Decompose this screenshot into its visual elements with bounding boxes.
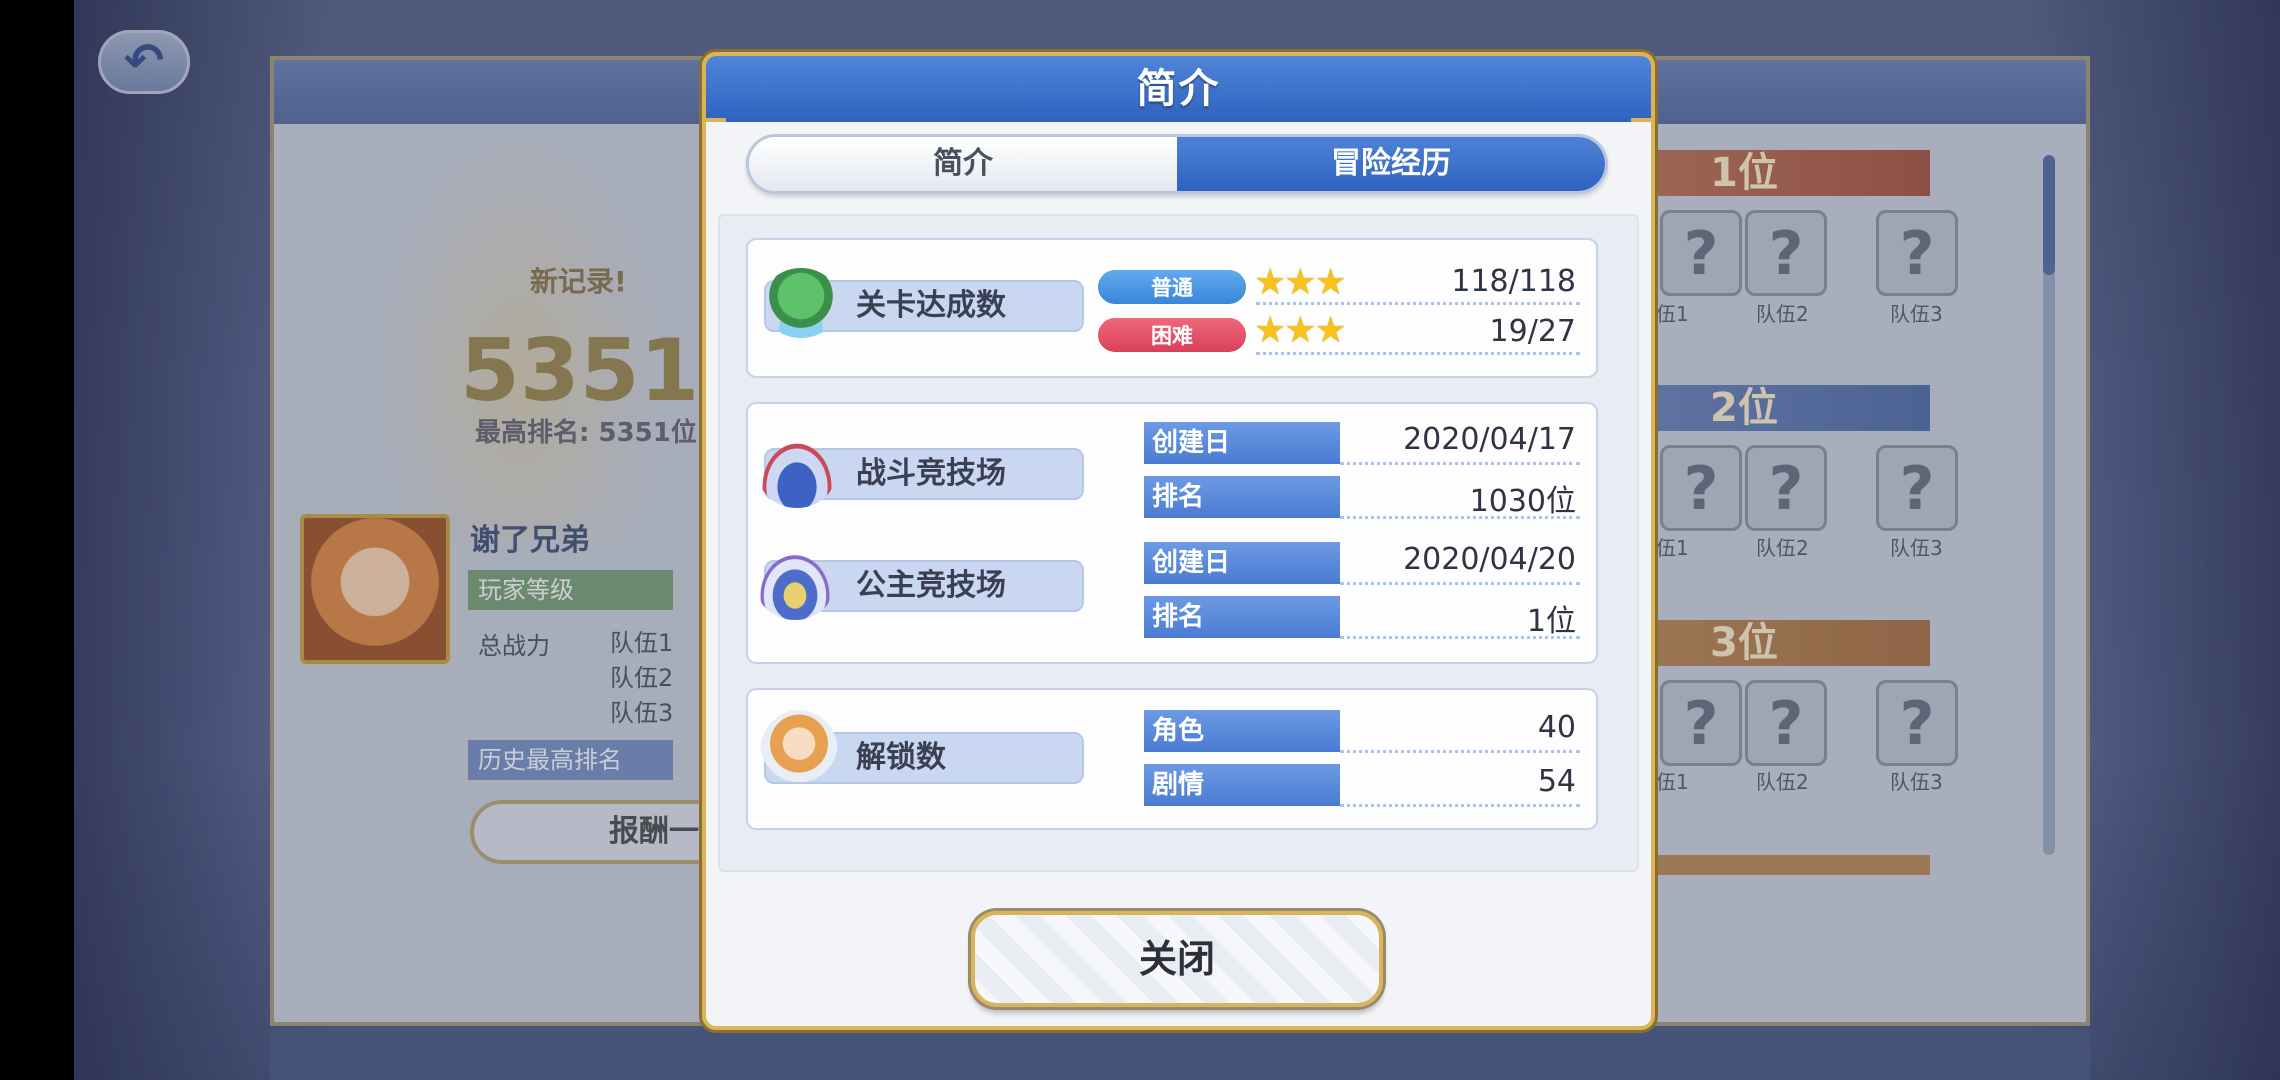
dotted-line bbox=[1340, 804, 1580, 807]
screen: ↶ 新记录! 5351位 最高排名: 5351位 谢了兄弟 玩家等级 总战力 队… bbox=[0, 0, 2280, 1080]
close-button[interactable]: 关闭 bbox=[971, 911, 1383, 1007]
princess-arena-rank: 1位 bbox=[1526, 604, 1576, 639]
story-count: 54 bbox=[1537, 764, 1576, 799]
hard-clear-count: 19/27 bbox=[1489, 314, 1576, 349]
dotted-line bbox=[1256, 352, 1580, 355]
princess-arena-created-date: 2020/04/20 bbox=[1403, 542, 1576, 577]
dotted-line bbox=[1340, 750, 1580, 753]
tab-adventure[interactable]: 冒险经历 bbox=[1177, 137, 1605, 191]
battle-arena-rank-label: 排名 bbox=[1144, 476, 1340, 518]
corner-ornament-left bbox=[702, 52, 726, 122]
character-icon bbox=[760, 710, 838, 794]
star-icon: ★★★ bbox=[1254, 310, 1347, 351]
unlock-card: 解锁数 角色 40 剧情 54 bbox=[746, 688, 1598, 830]
battle-arena-rank: 1030位 bbox=[1469, 484, 1576, 519]
tab-intro[interactable]: 简介 bbox=[749, 137, 1177, 191]
story-label: 剧情 bbox=[1144, 764, 1340, 806]
profile-dialog: 简介 简介 冒险经历 关卡达成数 普通 ★★★ 118/118 困难 ★★★ 1… bbox=[702, 52, 1655, 1030]
characters-label: 角色 bbox=[1144, 710, 1340, 752]
characters-count: 40 bbox=[1537, 710, 1576, 745]
princess-arena-rank-label: 排名 bbox=[1144, 596, 1340, 638]
hard-difficulty-badge: 困难 bbox=[1096, 316, 1248, 354]
dotted-line bbox=[1340, 462, 1580, 465]
dotted-line bbox=[1340, 582, 1580, 585]
adventure-content: 关卡达成数 普通 ★★★ 118/118 困难 ★★★ 19/27 战斗竞技场 … bbox=[718, 214, 1639, 872]
princess-arena-created-label: 创建日 bbox=[1144, 542, 1340, 584]
dialog-title: 简介 bbox=[706, 56, 1651, 122]
normal-clear-count: 118/118 bbox=[1451, 264, 1576, 299]
star-icon: ★★★ bbox=[1254, 262, 1347, 303]
stage-clear-card: 关卡达成数 普通 ★★★ 118/118 困难 ★★★ 19/27 bbox=[746, 238, 1598, 378]
dotted-line bbox=[1256, 302, 1580, 305]
normal-difficulty-badge: 普通 bbox=[1096, 268, 1248, 306]
tab-bar: 简介 冒险经历 bbox=[746, 134, 1608, 194]
battle-arena-created-date: 2020/04/17 bbox=[1403, 422, 1576, 457]
tree-icon bbox=[762, 268, 840, 338]
princess-arena-icon bbox=[756, 550, 834, 620]
battle-arena-created-label: 创建日 bbox=[1144, 422, 1340, 464]
arena-card: 战斗竞技场 创建日 2020/04/17 排名 1030位 公主竞技场 创建日 … bbox=[746, 402, 1598, 664]
corner-ornament-right bbox=[1631, 52, 1655, 122]
battle-arena-icon bbox=[758, 438, 836, 508]
